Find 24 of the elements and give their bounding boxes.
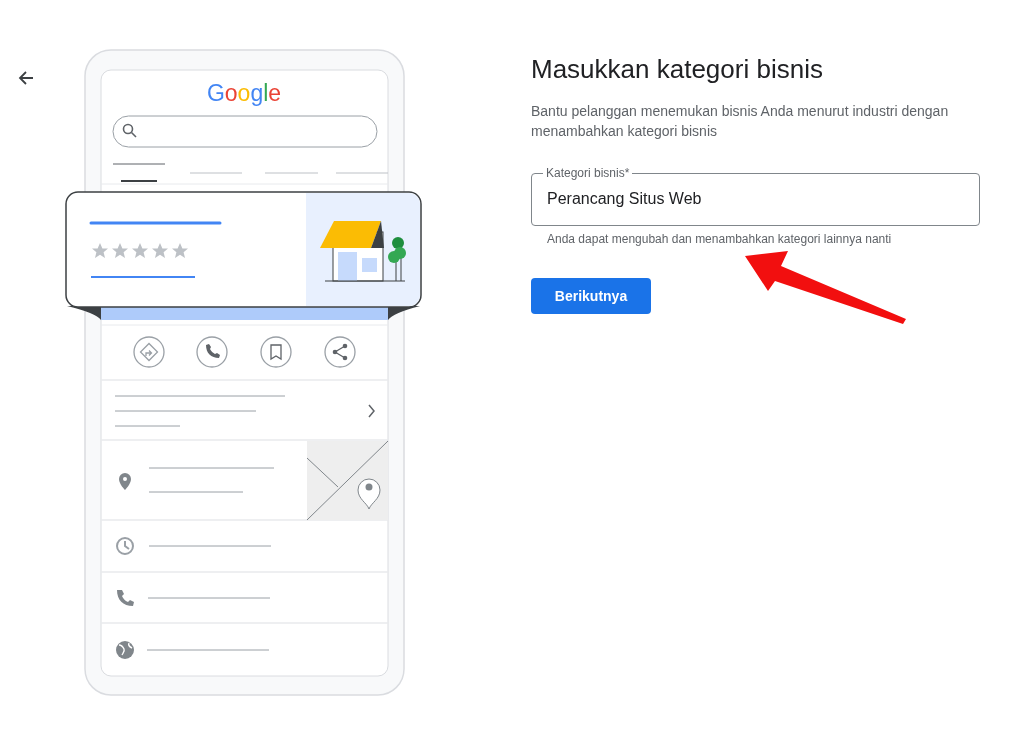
- star-icon: [152, 243, 168, 258]
- phone-icon: [117, 590, 134, 606]
- chevron-right-icon: [368, 404, 375, 418]
- helper-text: Anda dapat mengubah dan menambahkan kategori lainnya nanti: [547, 232, 892, 246]
- star-icon: [172, 243, 188, 258]
- star-icon: [132, 243, 148, 258]
- share-icon: [324, 336, 356, 368]
- next-button[interactable]: Berikutnya: [531, 278, 651, 314]
- phone-icon: [196, 336, 228, 368]
- field-label: Kategori bisnis*: [545, 166, 631, 180]
- star-icon: [92, 243, 108, 258]
- star-icon: [112, 243, 128, 258]
- google-logo: Google: [206, 80, 282, 106]
- description: Bantu pelanggan menemukan bisnis Anda menurut industri dengan menambahkan kategori bisnis: [531, 102, 950, 141]
- bookmark-icon: [260, 336, 292, 368]
- category-input[interactable]: Perancang Situs Web: [547, 190, 964, 208]
- clock-icon: [116, 537, 134, 555]
- globe-icon: [116, 641, 134, 659]
- back-arrow-icon: [18, 70, 34, 86]
- location-pin-icon: [119, 473, 131, 490]
- search-icon: [122, 123, 137, 138]
- page-title: Masukkan kategori bisnis: [531, 53, 823, 85]
- directions-icon: [133, 336, 165, 368]
- category-field[interactable]: Kategori bisnis* Perancang Situs Web: [531, 166, 980, 226]
